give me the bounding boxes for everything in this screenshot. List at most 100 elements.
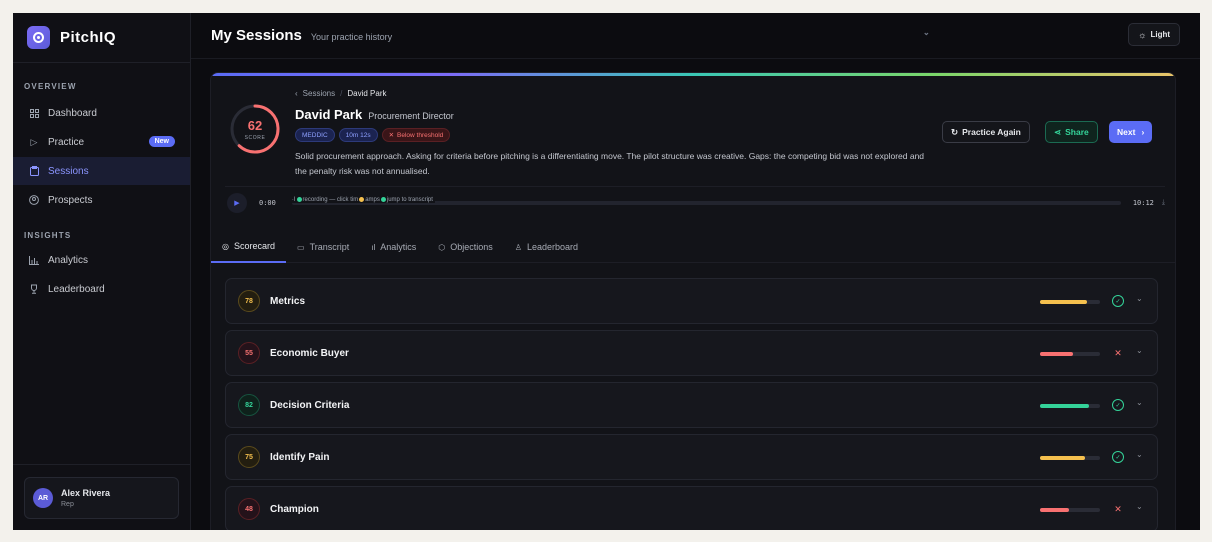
sidebar-item-analytics[interactable]: Analytics <box>13 246 190 274</box>
shield-icon: ⬡ <box>438 242 446 252</box>
play-button[interactable]: ▶ <box>227 192 247 213</box>
criterion-progress-fill <box>1040 508 1069 512</box>
marker-dot[interactable] <box>380 196 386 202</box>
scorecard-row[interactable]: 78 Metrics ✓ ⌄ <box>225 278 1158 324</box>
sidebar-item-practice[interactable]: ▷ Practice New <box>13 128 190 156</box>
criterion-score: 48 <box>238 498 260 520</box>
breadcrumb: ‹ Sessions / David Park <box>295 89 387 98</box>
section-insights[interactable]: INSIGHTS ⌄ <box>13 28 930 242</box>
track-overlay-text: ·I recording — click tim amps jump to trans… <box>291 196 435 203</box>
breadcrumb-current: David Park <box>347 89 387 98</box>
tab-transcript[interactable]: ▭ Transcript <box>286 231 360 263</box>
new-badge: New <box>148 136 175 147</box>
share-button[interactable]: ⋖ Share <box>1045 121 1098 143</box>
tab-scorecard[interactable]: ◎ Scorecard <box>211 231 287 263</box>
criterion-label: Metrics <box>270 295 306 307</box>
section-label: INSIGHTS <box>24 230 72 240</box>
sidebar-item-label: Sessions <box>48 165 89 177</box>
grid-icon <box>29 108 39 118</box>
practice-again-button[interactable]: ↻ Practice Again <box>942 121 1030 143</box>
tab-label: Leaderboard <box>526 242 579 252</box>
criterion-label: Decision Criteria <box>270 399 350 411</box>
theme-toggle-button[interactable]: ☼ Light <box>1128 23 1180 46</box>
tag-duration: 10m 12s <box>338 128 378 142</box>
theme-toggle-label: Light <box>1150 30 1170 39</box>
prospect-header: David Park Procurement Director <box>295 107 454 122</box>
sidebar-item-leaderboard[interactable]: Leaderboard <box>13 275 190 303</box>
audio-track[interactable]: ·I recording — click tim amps jump to trans… <box>291 196 1121 205</box>
session-tags: MEDDIC 10m 12s ✕ Below threshold <box>295 128 454 142</box>
tab-leaderboard[interactable]: ♙ Leaderboard <box>504 231 589 263</box>
share-icon: ⋖ <box>1054 126 1062 137</box>
criterion-label: Identify Pain <box>270 451 330 463</box>
sidebar-item-prospects[interactable]: Prospects <box>13 186 190 214</box>
chevron-down-icon[interactable]: ⌄ <box>1136 450 1143 459</box>
tab-objections[interactable]: ⬡ Objections <box>427 231 504 263</box>
bar-chart-icon <box>29 255 39 265</box>
tab-analytics[interactable]: ıl Analytics <box>360 231 427 263</box>
tag-methodology: MEDDIC <box>295 128 335 142</box>
tab-label: Analytics <box>380 242 417 252</box>
app-window: PitchIQ OVERVIEW ⌄ Dashboard ▷ Practice … <box>13 13 1200 530</box>
sidebar-item-label: Prospects <box>48 194 93 206</box>
sidebar-item-label: Practice <box>48 136 85 148</box>
logo-icon <box>27 26 50 49</box>
sun-icon: ☼ <box>1138 29 1147 40</box>
criterion-progress-fill <box>1040 404 1090 408</box>
marker-dot[interactable] <box>359 196 365 202</box>
criterion-label: Champion <box>270 503 319 515</box>
tab-label: Objections <box>450 242 493 252</box>
breadcrumb-sessions[interactable]: Sessions <box>303 89 335 98</box>
tab-label: Transcript <box>309 242 350 252</box>
sidebar-item-label: Leaderboard <box>48 283 105 295</box>
next-button[interactable]: Next › <box>1109 121 1153 143</box>
criterion-score: 82 <box>238 394 260 416</box>
next-label: Next <box>1117 127 1136 137</box>
practice-again-label: Practice Again <box>962 127 1021 137</box>
topbar: My Sessions Your practice history ☼ Ligh… <box>191 13 1200 59</box>
track-text-3: jump to transcript <box>386 196 433 203</box>
main-content: My Sessions Your practice history ☼ Ligh… <box>191 13 1200 530</box>
session-summary: Solid procurement approach. Asking for c… <box>295 151 925 176</box>
scorecard-row[interactable]: 82 Decision Criteria ✓ ⌄ <box>225 382 1158 428</box>
criterion-progress-bar <box>1040 508 1100 512</box>
criterion-score: 75 <box>238 446 260 468</box>
brand[interactable]: PitchIQ <box>13 13 190 63</box>
user-name: Alex Rivera <box>61 488 111 498</box>
marker-dot[interactable] <box>296 196 302 202</box>
sidebar-item-label: Dashboard <box>48 107 97 119</box>
x-icon: ✕ <box>1114 347 1122 358</box>
check-circle-icon: ✓ <box>1112 295 1124 307</box>
criterion-progress-bar <box>1040 352 1100 356</box>
scorecard-row[interactable]: 55 Economic Buyer ✕ ⌄ <box>225 330 1158 376</box>
criterion-progress-fill <box>1040 300 1087 304</box>
sidebar-item-sessions[interactable]: Sessions <box>13 157 190 185</box>
chevron-down-icon[interactable]: ⌄ <box>1136 398 1143 407</box>
sidebar-item-dashboard[interactable]: Dashboard <box>13 99 190 127</box>
chevron-left-icon[interactable]: ‹ <box>295 89 298 98</box>
play-icon: ▶ <box>234 199 240 207</box>
download-icon[interactable]: ⤓ <box>1162 199 1165 207</box>
trophy-icon <box>29 284 39 294</box>
session-card: 62 SCORE ‹ Sessions / David Park David P… <box>210 72 1176 530</box>
session-tabs: ◎ Scorecard ▭ Transcript ıl Analytics ⬡ Obje… <box>211 231 1175 263</box>
current-time: 0:00 <box>259 198 276 207</box>
chevron-down-icon[interactable]: ⌄ <box>1136 346 1143 355</box>
scorecard-row[interactable]: 75 Identify Pain ✓ ⌄ <box>225 434 1158 480</box>
scorecard-row[interactable]: 48 Champion ✕ ⌄ <box>225 486 1158 530</box>
user-section: AR Alex Rivera Rep <box>13 464 190 530</box>
target-icon: ◎ <box>222 241 229 251</box>
accent-gradient-bar <box>211 73 1175 76</box>
section-label: OVERVIEW <box>24 81 77 91</box>
share-label: Share <box>1065 127 1089 137</box>
chevron-down-icon[interactable]: ⌄ <box>1136 294 1143 303</box>
user-circle-icon <box>29 195 39 205</box>
message-icon: ▭ <box>297 242 305 252</box>
prospect-role: Procurement Director <box>368 111 454 121</box>
section-overview[interactable]: OVERVIEW ⌄ <box>13 28 930 93</box>
page-subtitle: Your practice history <box>310 32 393 42</box>
avatar: AR <box>33 488 53 508</box>
chevron-down-icon[interactable]: ⌄ <box>1136 502 1143 511</box>
prospect-name: David Park <box>295 107 363 122</box>
user-card[interactable]: AR Alex Rivera Rep <box>24 477 179 519</box>
